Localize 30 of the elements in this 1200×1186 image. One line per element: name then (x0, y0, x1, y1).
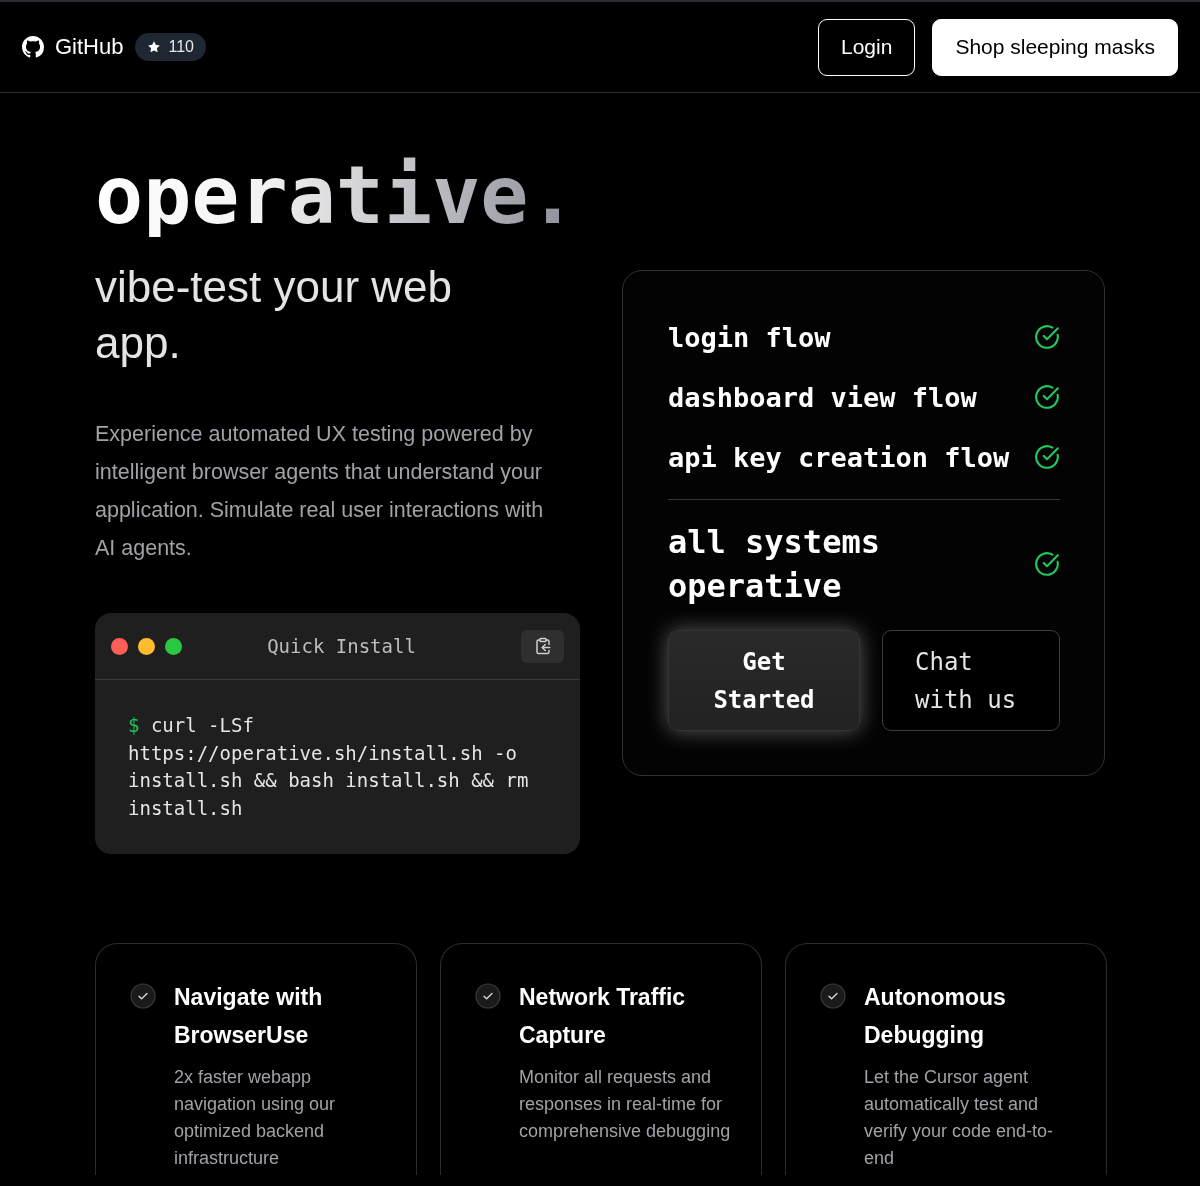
clipboard-icon (533, 637, 552, 655)
shop-button[interactable]: Shop sleeping masks (932, 18, 1178, 76)
login-button[interactable]: Login (818, 18, 916, 76)
terminal-title: Quick Install (266, 635, 417, 657)
check-icon (475, 983, 501, 1009)
check-icon (130, 983, 156, 1009)
status-summary: all systems operative (668, 522, 881, 607)
star-icon (147, 40, 162, 54)
star-count: 110 (168, 38, 194, 56)
install-command: $ curl -LSf https://operative.sh/install.sh -o install.sh && bash install.sh && rm install.sh (127, 713, 530, 821)
feature-description: Let the Cursor agent automatically test and verify your code end-to-end (864, 1066, 1055, 1170)
maximize-dot-icon (165, 637, 182, 655)
feature-title: Network Traffic Capture (519, 983, 687, 1050)
minimize-dot-icon (138, 637, 155, 655)
flow-label: api key creation flow (668, 441, 1010, 473)
github-link[interactable]: GitHub (22, 34, 124, 60)
get-started-button[interactable]: Get Started (668, 630, 860, 731)
flow-label: login flow (668, 321, 831, 353)
hero-subtitle: vibe-test your web app. (95, 261, 454, 369)
feature-title: Navigate with BrowserUse (174, 983, 324, 1050)
flow-label: dashboard view flow (668, 381, 977, 413)
feature-title: Autonomous Debugging (864, 983, 1007, 1050)
chat-button[interactable]: Chat with us (882, 630, 1060, 731)
feature-description: Monitor all requests and responses in real-time for comprehensive debugging (519, 1066, 731, 1143)
feature-description: 2x faster webapp navigation using our optimized backend infrastructure (174, 1066, 337, 1170)
copy-button[interactable] (521, 629, 564, 663)
hero-description: Experience automated UX testing powered by intelligent browser agents that understand your application. Simulate real user interactions with AI agents. (95, 421, 545, 562)
github-icon (22, 36, 44, 58)
close-dot-icon (111, 637, 128, 655)
check-icon (820, 983, 846, 1009)
